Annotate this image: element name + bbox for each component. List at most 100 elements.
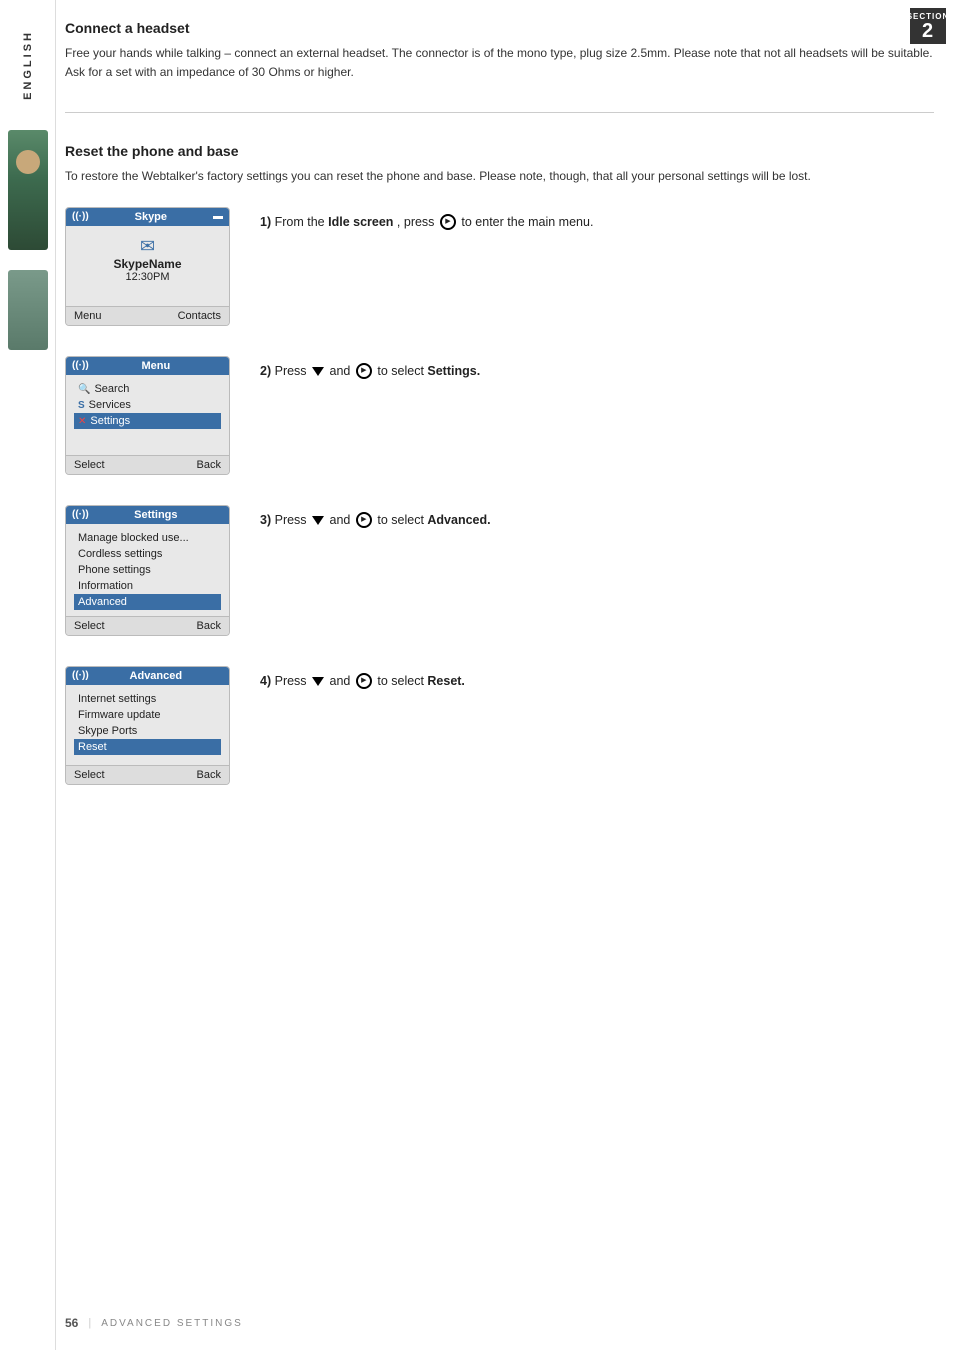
section-divider: [65, 112, 934, 113]
step-3-text-select: to select: [377, 513, 427, 527]
step-2-num: 2): [260, 364, 271, 378]
step-1-text-idle: Idle screen: [328, 215, 393, 229]
step-2-arrow-down-icon: [312, 367, 324, 376]
step-3-footer-left: Select: [74, 620, 105, 632]
step-3-text-press: Press: [275, 513, 310, 527]
step-2-text-and: and: [330, 364, 354, 378]
step-3-num: 3): [260, 513, 271, 527]
step-2-body: Search Services Settings: [66, 375, 229, 455]
step-4-phone: ((·)) Advanced Internet settings Firmwar…: [65, 666, 230, 785]
settings-icon: [78, 415, 86, 427]
step-3-title: Settings: [134, 509, 177, 521]
step-3-item-phone: Phone settings: [74, 562, 221, 578]
step-3-body: Manage blocked use... Cordless settings …: [66, 524, 229, 616]
step-4-signal: ((·)): [72, 670, 89, 681]
step-4-item-reset: Reset: [74, 739, 221, 755]
step-2-text-press: Press: [275, 364, 310, 378]
step-2-signal: ((·)): [72, 360, 89, 371]
step-1-idle-icon: ✉: [74, 236, 221, 257]
step-4-num: 4): [260, 674, 271, 688]
step-1-battery: ▬: [213, 211, 223, 222]
left-sidebar: ENGLISH: [0, 0, 55, 1350]
footer-separator: |: [88, 1317, 91, 1329]
step-2-footer: Select Back: [66, 455, 229, 474]
step-3-signal: ((·)): [72, 509, 89, 520]
page-number: 56: [65, 1316, 78, 1330]
step-4-text-press: Press: [275, 674, 310, 688]
step-3-text-and: and: [330, 513, 354, 527]
connect-headset-text: Free your hands while talking – connect …: [65, 44, 934, 82]
step-2-row: ((·)) Menu Search Services Settings: [65, 356, 934, 475]
step-4-item-internet: Internet settings: [74, 691, 221, 707]
sidebar-language-label: ENGLISH: [22, 30, 34, 100]
step-1-signal: ((·)): [72, 211, 89, 222]
main-content: Connect a headset Free your hands while …: [65, 0, 934, 785]
step-4-text-reset: Reset.: [427, 674, 465, 688]
step-2-item-search: Search: [74, 381, 221, 397]
step-2-item-search-label: Search: [94, 383, 129, 395]
step-2-circle-button-icon: [356, 363, 372, 379]
step-2-footer-left: Select: [74, 459, 105, 471]
step-4-footer-right: Back: [197, 769, 221, 781]
step-4-item-firmware: Firmware update: [74, 707, 221, 723]
step-3-phone-header: ((·)) Settings: [66, 506, 229, 524]
step-1-idle-name: SkypeName: [74, 257, 221, 271]
step-4-circle-button-icon: [356, 673, 372, 689]
step-1-footer-right: Contacts: [178, 310, 221, 322]
step-3-text-advanced: Advanced.: [427, 513, 490, 527]
step-1-text-from: From the: [275, 215, 329, 229]
step-1-footer: Menu Contacts: [66, 306, 229, 325]
reset-phone-text: To restore the Webtalker's factory setti…: [65, 167, 934, 186]
step-3-phone: ((·)) Settings Manage blocked use... Cor…: [65, 505, 230, 636]
footer-label: ADVANCED SETTINGS: [101, 1318, 243, 1329]
step-4-body: Internet settings Firmware update Skype …: [66, 685, 229, 765]
connect-headset-title: Connect a headset: [65, 20, 934, 36]
step-2-item-settings-label: Settings: [90, 415, 130, 427]
step-2-text-settings: Settings.: [427, 364, 480, 378]
step-3-item-advanced: Advanced: [74, 594, 221, 610]
step-1-body: ✉ SkypeName 12:30PM: [66, 226, 229, 306]
step-1-title: Skype: [135, 211, 167, 223]
step-4-text-and: and: [330, 674, 354, 688]
step-4-arrow-down-icon: [312, 677, 324, 686]
step-4-footer: Select Back: [66, 765, 229, 784]
section-badge: SECTION 2: [910, 8, 946, 44]
step-4-footer-left: Select: [74, 769, 105, 781]
step-4-row: ((·)) Advanced Internet settings Firmwar…: [65, 666, 934, 785]
step-2-phone: ((·)) Menu Search Services Settings: [65, 356, 230, 475]
step-3-item-info: Information: [74, 578, 221, 594]
step-2-footer-right: Back: [197, 459, 221, 471]
step-1-phone: ((·)) Skype ▬ ✉ SkypeName 12:30PM Menu C…: [65, 207, 230, 326]
step-1-text-end: to enter the main menu.: [461, 215, 593, 229]
step-1-phone-header: ((·)) Skype ▬: [66, 208, 229, 226]
step-4-title: Advanced: [130, 670, 183, 682]
step-2-title: Menu: [141, 360, 170, 372]
step-3-row: ((·)) Settings Manage blocked use... Cor…: [65, 505, 934, 636]
page-footer: 56 | ADVANCED SETTINGS: [65, 1316, 243, 1330]
step-3-footer-right: Back: [197, 620, 221, 632]
step-1-row: ((·)) Skype ▬ ✉ SkypeName 12:30PM Menu C…: [65, 207, 934, 326]
step-1-description: 1) From the Idle screen , press to enter…: [260, 207, 934, 233]
step-1-num: 1): [260, 215, 271, 229]
step-1-circle-button-icon: [440, 214, 456, 230]
step-2-item-settings: Settings: [74, 413, 221, 429]
step-2-item-services-label: Services: [89, 399, 131, 411]
search-icon: [78, 383, 90, 395]
step-1-footer-left: Menu: [74, 310, 102, 322]
section-number: 2: [922, 21, 934, 41]
reset-phone-section: Reset the phone and base To restore the …: [65, 143, 934, 186]
step-3-footer: Select Back: [66, 616, 229, 635]
step-1-text-press: , press: [397, 215, 438, 229]
services-icon: [78, 399, 85, 411]
step-3-circle-button-icon: [356, 512, 372, 528]
connect-headset-section: Connect a headset Free your hands while …: [65, 20, 934, 82]
step-2-phone-header: ((·)) Menu: [66, 357, 229, 375]
step-4-phone-header: ((·)) Advanced: [66, 667, 229, 685]
step-2-description: 2) Press and to select Settings.: [260, 356, 934, 382]
step-1-idle-time: 12:30PM: [74, 271, 221, 283]
step-3-arrow-down-icon: [312, 516, 324, 525]
step-4-description: 4) Press and to select Reset.: [260, 666, 934, 692]
sidebar-photo-1: [8, 130, 48, 250]
step-4-item-skype: Skype Ports: [74, 723, 221, 739]
step-2-item-services: Services: [74, 397, 221, 413]
